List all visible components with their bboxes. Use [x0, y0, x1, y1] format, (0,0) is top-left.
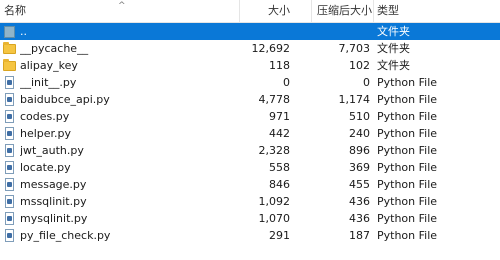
file-size: 4,778: [258, 93, 291, 106]
python-file-icon: [3, 161, 16, 174]
file-name: py_file_check.py: [20, 229, 111, 242]
file-type: Python File: [377, 178, 438, 191]
file-row[interactable]: message.py 846 455 Python File: [0, 176, 500, 193]
file-row[interactable]: alipay_key 118 102 文件夹: [0, 57, 500, 74]
file-row[interactable]: mysqlinit.py 1,070 436 Python File: [0, 210, 500, 227]
column-header-size[interactable]: 大小: [240, 0, 290, 22]
compressed-size: 369: [349, 161, 370, 174]
file-row[interactable]: __init__.py 0 0 Python File: [0, 74, 500, 91]
python-file-icon: [3, 76, 16, 89]
python-file-icon: [3, 127, 16, 140]
parent-folder-icon: [3, 25, 16, 38]
compressed-size: 187: [349, 229, 370, 242]
file-size: 971: [269, 110, 290, 123]
file-type: 文件夹: [377, 42, 410, 55]
file-name: baidubce_api.py: [20, 93, 110, 106]
compressed-size: 0: [363, 76, 370, 89]
file-type: 文件夹: [377, 25, 410, 38]
compressed-size: 102: [349, 59, 370, 72]
column-divider[interactable]: [373, 0, 374, 22]
file-size: 442: [269, 127, 290, 140]
folder-icon: [3, 42, 16, 55]
python-file-icon: [3, 144, 16, 157]
compressed-size: 896: [349, 144, 370, 157]
file-type: Python File: [377, 161, 438, 174]
file-type: Python File: [377, 229, 438, 242]
file-type: Python File: [377, 93, 438, 106]
file-size: 0: [283, 76, 290, 89]
python-file-icon: [3, 93, 16, 106]
python-file-icon: [3, 110, 16, 123]
file-size: 846: [269, 178, 290, 191]
file-size: 1,092: [258, 195, 291, 208]
compressed-size: 7,703: [338, 42, 371, 55]
python-file-icon: [3, 229, 16, 242]
compressed-size: 436: [349, 212, 370, 225]
compressed-size: 1,174: [338, 93, 371, 106]
file-list-view: 名称 ^ 大小 压缩后大小 类型 .. 文件夹 __pycache__ 12,692 7…: [0, 0, 500, 260]
file-row[interactable]: helper.py 442 240 Python File: [0, 125, 500, 142]
file-type: Python File: [377, 127, 438, 140]
compressed-size: 436: [349, 195, 370, 208]
file-row[interactable]: codes.py 971 510 Python File: [0, 108, 500, 125]
file-row[interactable]: jwt_auth.py 2,328 896 Python File: [0, 142, 500, 159]
compressed-size: 510: [349, 110, 370, 123]
file-name: locate.py: [20, 161, 71, 174]
file-size: 118: [269, 59, 290, 72]
file-row[interactable]: __pycache__ 12,692 7,703 文件夹: [0, 40, 500, 57]
file-size: 2,328: [258, 144, 291, 157]
file-name: alipay_key: [20, 59, 78, 72]
file-size: [240, 23, 290, 40]
compressed-size: 240: [349, 127, 370, 140]
column-header-type[interactable]: 类型: [377, 0, 399, 22]
column-header-compressed-size[interactable]: 压缩后大小: [312, 0, 372, 22]
file-name: __pycache__: [20, 42, 89, 55]
file-row[interactable]: mssqlinit.py 1,092 436 Python File: [0, 193, 500, 210]
column-header-name[interactable]: 名称: [4, 0, 26, 22]
file-type: Python File: [377, 110, 438, 123]
file-row[interactable]: locate.py 558 369 Python File: [0, 159, 500, 176]
python-file-icon: [3, 178, 16, 191]
file-size: 291: [269, 229, 290, 242]
compressed-size: [316, 23, 370, 40]
parent-folder-row[interactable]: .. 文件夹: [0, 23, 500, 40]
file-row[interactable]: py_file_check.py 291 187 Python File: [0, 227, 500, 244]
file-type: Python File: [377, 195, 438, 208]
file-rows: .. 文件夹 __pycache__ 12,692 7,703 文件夹 alipay_key…: [0, 23, 500, 244]
file-name: jwt_auth.py: [20, 144, 84, 157]
file-type: 文件夹: [377, 59, 410, 72]
file-size: 1,070: [258, 212, 291, 225]
file-name: __init__.py: [20, 76, 77, 89]
file-type: Python File: [377, 76, 438, 89]
file-name: mysqlinit.py: [20, 212, 88, 225]
file-name: ..: [20, 25, 27, 38]
file-name: codes.py: [20, 110, 70, 123]
file-name: message.py: [20, 178, 87, 191]
column-header: 名称 ^ 大小 压缩后大小 类型: [0, 0, 500, 23]
file-size: 12,692: [251, 42, 291, 55]
python-file-icon: [3, 195, 16, 208]
compressed-size: 455: [349, 178, 370, 191]
file-row[interactable]: baidubce_api.py 4,778 1,174 Python File: [0, 91, 500, 108]
file-size: 558: [269, 161, 290, 174]
file-type: Python File: [377, 144, 438, 157]
python-file-icon: [3, 212, 16, 225]
file-name: mssqlinit.py: [20, 195, 87, 208]
folder-icon: [3, 59, 16, 72]
file-type: Python File: [377, 212, 438, 225]
file-name: helper.py: [20, 127, 72, 140]
sort-up-icon: ^: [118, 1, 126, 11]
